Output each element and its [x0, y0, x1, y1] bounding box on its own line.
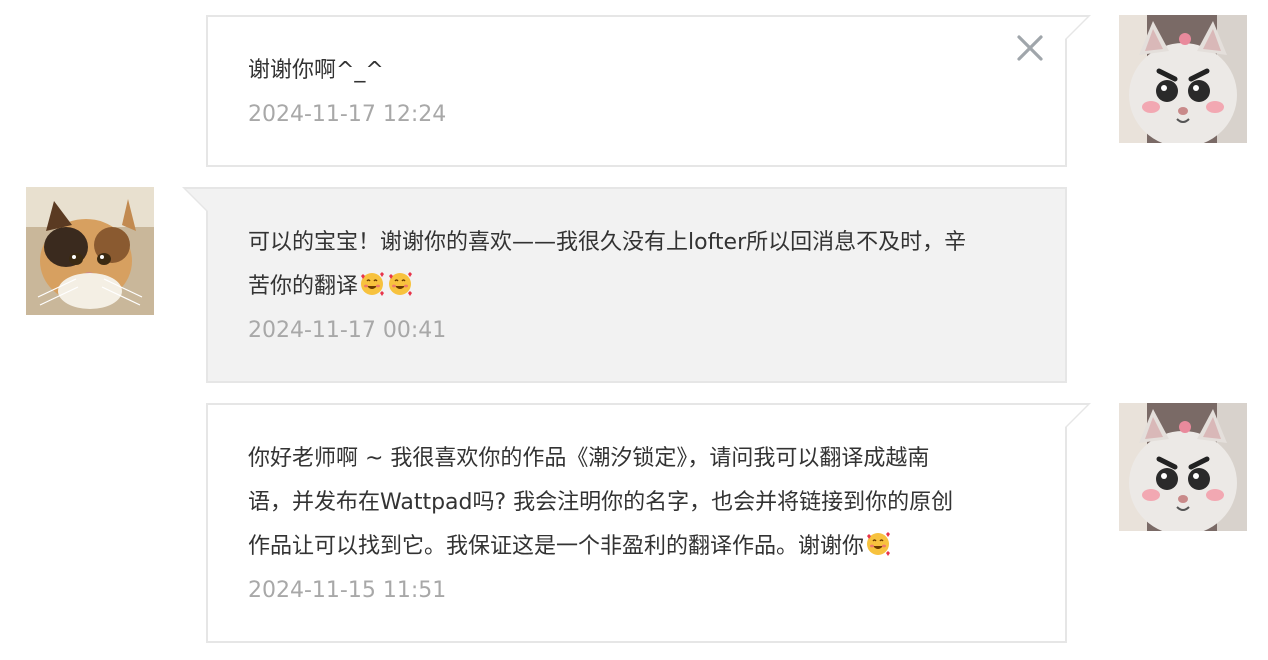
bubble-tail	[1065, 15, 1091, 41]
message-timestamp: 2024-11-17 12:24	[248, 102, 447, 127]
cat-avatar-icon	[1119, 403, 1247, 531]
message-timestamp: 2024-11-17 00:41	[248, 318, 447, 343]
message-bubble-sent: 你好老师啊 ~ 我很喜欢你的作品《潮汐锁定》，请问我可以翻译成越南 语，并发布在…	[206, 403, 1091, 643]
message-text-line: 作品让可以找到它。我保证这是一个非盈利的翻译作品。谢谢你	[248, 534, 865, 559]
cat-avatar-icon	[1119, 15, 1247, 143]
avatar-self[interactable]	[1119, 15, 1247, 143]
message-text: 你好老师啊 ~ 我很喜欢你的作品《潮汐锁定》，请问我可以翻译成越南 语，并发布在…	[248, 437, 1025, 569]
message-text-line: 可以的宝宝！谢谢你的喜欢——我很久没有上lofter所以回消息不及时，辛	[248, 230, 967, 255]
smiling-face-with-hearts-icon	[361, 272, 385, 296]
message-text: 可以的宝宝！谢谢你的喜欢——我很久没有上lofter所以回消息不及时，辛 苦你的…	[248, 221, 1025, 309]
message-timestamp: 2024-11-15 11:51	[248, 578, 447, 603]
smiling-face-with-hearts-icon	[867, 532, 891, 556]
message-bubble-received: 可以的宝宝！谢谢你的喜欢——我很久没有上lofter所以回消息不及时，辛 苦你的…	[182, 187, 1067, 383]
kitten-avatar-icon	[26, 187, 154, 315]
avatar-self[interactable]	[1119, 403, 1247, 531]
smiling-face-with-hearts-icon	[389, 272, 413, 296]
bubble-tail	[182, 187, 208, 213]
message-text-line: 语，并发布在Wattpad吗? 我会注明你的名字，也会并将链接到你的原创	[248, 490, 954, 515]
message-bubble-sent: 谢谢你啊^_^ 2024-11-17 12:24	[206, 15, 1091, 167]
bubble-tail	[1065, 403, 1091, 429]
message-text-line: 你好老师啊 ~ 我很喜欢你的作品《潮汐锁定》，请问我可以翻译成越南	[248, 446, 930, 471]
message-text-line: 苦你的翻译	[248, 274, 359, 299]
close-icon[interactable]	[1015, 33, 1045, 63]
avatar-other[interactable]	[26, 187, 154, 315]
message-text: 谢谢你啊^_^	[248, 58, 384, 83]
